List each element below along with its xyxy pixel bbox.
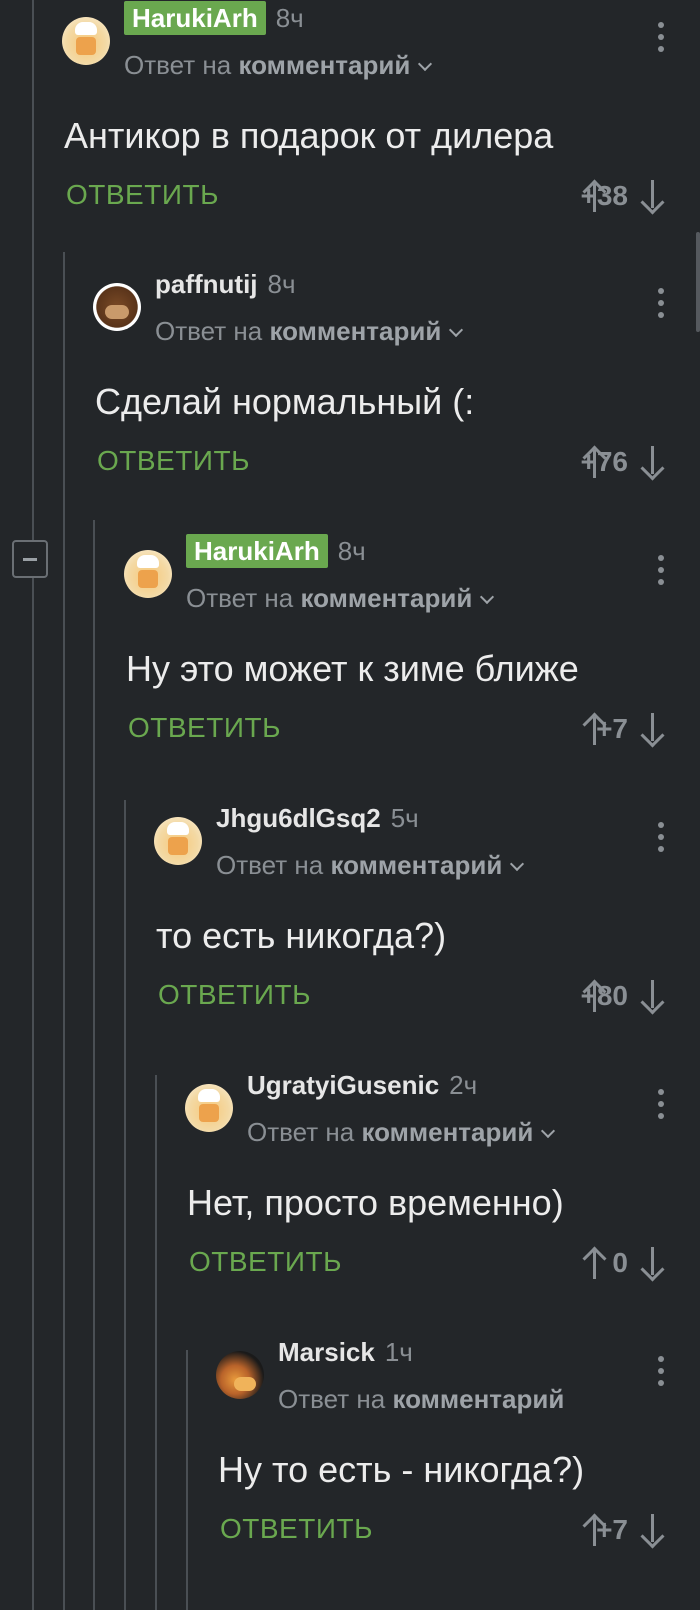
comment-username[interactable]: Jhgu6dlGsq2: [216, 801, 381, 835]
chef-avatar[interactable]: [185, 1084, 233, 1132]
vote-controls: +80: [500, 976, 700, 1016]
reply-to-label: Ответ на комментарий: [124, 48, 433, 82]
reply-to-link[interactable]: комментарий: [300, 583, 472, 613]
chef-avatar[interactable]: [154, 817, 202, 865]
more-options-icon[interactable]: [658, 288, 664, 318]
chevron-down-icon[interactable]: [541, 1123, 556, 1139]
score-value: +7: [596, 1514, 628, 1545]
reply-to-label: Ответ на комментарий: [155, 314, 464, 348]
comment: Marsick 1ч Ответ на комментарий Ну то ес…: [216, 1334, 700, 1604]
thread-line: [32, 0, 34, 1610]
reply-to-link[interactable]: комментарий: [361, 1117, 533, 1147]
comment-time: 1ч: [384, 1337, 413, 1367]
chevron-down-icon[interactable]: [510, 856, 525, 872]
vote-controls: +76: [500, 442, 700, 482]
reply-button[interactable]: ОТВЕТИТЬ: [97, 444, 250, 478]
comment-time: 8ч: [337, 536, 366, 566]
more-options-icon[interactable]: [658, 1356, 664, 1386]
reply-button[interactable]: ОТВЕТИТЬ: [128, 711, 281, 745]
comment: paffnutij 8ч Ответ на комментарий Сделай…: [93, 266, 700, 536]
photo-avatar[interactable]: [216, 1351, 264, 1399]
vote-controls: +7: [500, 709, 700, 749]
comment-username[interactable]: HarukiArh: [124, 1, 266, 35]
comment-time: 2ч: [449, 1070, 478, 1100]
vote-controls: 0: [500, 1243, 700, 1283]
reply-to-label: Ответ на комментарий: [216, 848, 525, 882]
downvote-arrow-icon[interactable]: [638, 1514, 668, 1549]
comment-username[interactable]: HarukiArh: [186, 534, 328, 568]
comment-time: 8ч: [267, 269, 296, 299]
reply-to-prefix: Ответ на: [278, 1384, 386, 1414]
more-options-icon[interactable]: [658, 555, 664, 585]
comment-username[interactable]: Marsick: [278, 1335, 375, 1369]
reply-button[interactable]: ОТВЕТИТЬ: [158, 978, 311, 1012]
score-value: +76: [580, 446, 629, 477]
reply-to-label: Ответ на комментарий: [278, 1382, 564, 1416]
comment-text: Антикор в подарок от дилера: [64, 115, 554, 156]
comment: Jhgu6dlGsq2 5ч Ответ на комментарий то е…: [154, 800, 700, 1070]
downvote-arrow-icon[interactable]: [638, 980, 668, 1015]
comment: HarukiArh 8ч Ответ на комментарий Ну это…: [124, 533, 700, 803]
chef-avatar[interactable]: [124, 550, 172, 598]
reply-to-prefix: Ответ на: [155, 316, 263, 346]
bear-avatar[interactable]: [93, 283, 141, 331]
chevron-down-icon[interactable]: [449, 322, 464, 338]
chevron-down-icon[interactable]: [418, 56, 433, 72]
upvote-arrow-icon[interactable]: [580, 1246, 610, 1279]
thread-line: [186, 1350, 188, 1610]
comment: HarukiArh 8ч Ответ на комментарий Антико…: [62, 0, 700, 270]
collapse-thread-button[interactable]: [12, 540, 48, 578]
comment-text: Ну то есть - никогда?): [218, 1449, 585, 1490]
reply-to-label: Ответ на комментарий: [247, 1115, 556, 1149]
more-options-icon[interactable]: [658, 1089, 664, 1119]
comment-time: 5ч: [390, 803, 419, 833]
reply-button[interactable]: ОТВЕТИТЬ: [189, 1245, 342, 1279]
chef-avatar[interactable]: [62, 17, 110, 65]
thread-line: [63, 252, 65, 1610]
reply-button[interactable]: ОТВЕТИТЬ: [220, 1512, 373, 1546]
comment-text: то есть никогда?): [156, 915, 447, 956]
reply-to-link[interactable]: комментарий: [330, 850, 502, 880]
reply-to-label: Ответ на комментарий: [186, 581, 495, 615]
comment-text: Нет, просто временно): [187, 1182, 564, 1223]
thread-line: [124, 800, 126, 1610]
thread-line: [155, 1075, 157, 1610]
downvote-arrow-icon[interactable]: [638, 1247, 668, 1282]
vote-controls: +38: [500, 176, 700, 216]
downvote-arrow-icon[interactable]: [638, 446, 668, 481]
reply-button[interactable]: ОТВЕТИТЬ: [66, 178, 219, 212]
score-value: +38: [580, 180, 629, 211]
more-options-icon[interactable]: [658, 22, 664, 52]
reply-to-link[interactable]: комментарий: [238, 50, 410, 80]
reply-to-prefix: Ответ на: [124, 50, 232, 80]
comment-text: Ну это может к зиме ближе: [126, 648, 579, 689]
score-value: 0: [612, 1247, 628, 1278]
reply-to-prefix: Ответ на: [186, 583, 294, 613]
thread-line: [93, 520, 95, 1610]
vote-controls: +7: [500, 1510, 700, 1550]
reply-to-prefix: Ответ на: [247, 1117, 355, 1147]
score-value: +80: [580, 980, 629, 1011]
reply-to-prefix: Ответ на: [216, 850, 324, 880]
comment-username[interactable]: UgratyiGusenic: [247, 1068, 439, 1102]
comment: UgratyiGusenic 2ч Ответ на комментарий Н…: [185, 1067, 700, 1337]
downvote-arrow-icon[interactable]: [638, 713, 668, 748]
reply-to-link[interactable]: комментарий: [269, 316, 441, 346]
scrollbar[interactable]: [696, 232, 700, 332]
chevron-down-icon[interactable]: [480, 589, 495, 605]
reply-to-link[interactable]: комментарий: [392, 1384, 564, 1414]
downvote-arrow-icon[interactable]: [638, 180, 668, 215]
more-options-icon[interactable]: [658, 822, 664, 852]
comment-text: Сделай нормальный (:: [95, 381, 475, 422]
comment-time: 8ч: [275, 3, 304, 33]
comment-username[interactable]: paffnutij: [155, 267, 258, 301]
score-value: +7: [596, 713, 628, 744]
